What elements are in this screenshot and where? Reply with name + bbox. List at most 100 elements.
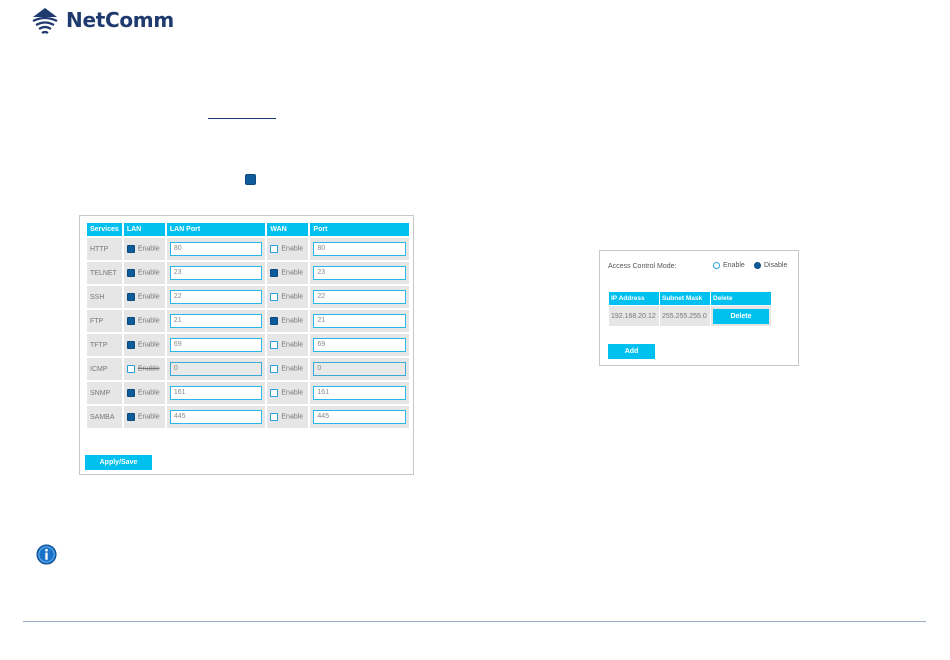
wan-enable-label: Enable: [281, 341, 304, 349]
wan-enable-checkbox[interactable]: [270, 269, 279, 277]
lan-port-cell: 22: [166, 286, 266, 308]
table-row: ICMP Enable 0 Enable 0: [87, 358, 409, 380]
lan-port-input[interactable]: 69: [169, 338, 263, 352]
wan-enable-checkbox[interactable]: [270, 341, 279, 349]
lan-enable-checkbox[interactable]: [126, 365, 135, 373]
wan-port-input[interactable]: 22: [313, 290, 406, 304]
lan-enable-checkbox[interactable]: [126, 293, 135, 301]
wan-enable-checkbox[interactable]: [270, 293, 279, 301]
add-button[interactable]: Add: [608, 344, 655, 359]
wan-enable-checkbox[interactable]: [270, 317, 279, 325]
wan-port-input[interactable]: 21: [313, 314, 406, 328]
header-subnet-mask: Subnet Mask: [660, 292, 710, 305]
lan-port-cell: 23: [166, 262, 266, 284]
wan-port-input[interactable]: 0: [313, 362, 406, 376]
wan-port-cell: 0: [310, 358, 409, 380]
wan-enable: Enable: [267, 406, 309, 428]
access-control-table: IP Address Subnet Mask Delete 192.168.20…: [608, 291, 772, 327]
services-table: Services LAN LAN Port WAN Port HTTP Enabl…: [85, 221, 411, 430]
underline-link[interactable]: [208, 118, 276, 119]
wan-port-input[interactable]: 80: [313, 242, 406, 256]
header-ip-address: IP Address: [609, 292, 659, 305]
wan-enable-label: Enable: [281, 365, 304, 373]
wan-port-input[interactable]: 161: [313, 386, 406, 400]
lan-enable-label: Enable: [137, 365, 160, 373]
lan-enable-checkbox[interactable]: [126, 269, 135, 277]
radio-unselected-icon: [713, 262, 720, 269]
wan-enable-label: Enable: [281, 245, 304, 253]
delete-cell: Delete: [711, 306, 771, 326]
wan-enable-label: Enable: [281, 269, 304, 277]
lan-enable-checkbox[interactable]: [126, 389, 135, 397]
lan-enable: Enable: [123, 334, 165, 356]
apply-save-button[interactable]: Apply/Save: [85, 455, 152, 470]
lan-port-input[interactable]: 80: [169, 242, 263, 256]
wan-port-cell: 69: [310, 334, 409, 356]
delete-button[interactable]: Delete: [713, 308, 769, 324]
disable-radio-label: Disable: [764, 262, 788, 269]
header-lan: LAN: [123, 223, 165, 236]
wan-enable: Enable: [267, 262, 309, 284]
table-row: 192.168.20.12 255.255.255.0 Delete: [609, 306, 771, 326]
lan-enable: Enable: [123, 382, 165, 404]
lan-enable: Enable: [123, 310, 165, 332]
wan-enable: Enable: [267, 238, 309, 260]
lan-enable-label: Enable: [137, 293, 160, 301]
lan-enable: Enable: [123, 406, 165, 428]
lan-enable-checkbox[interactable]: [126, 341, 135, 349]
lan-enable: Enable: [123, 358, 165, 380]
lan-port-input[interactable]: 161: [169, 386, 263, 400]
lan-enable: Enable: [123, 286, 165, 308]
lan-enable-label: Enable: [137, 317, 160, 325]
lan-enable-checkbox[interactable]: [126, 245, 135, 253]
lan-enable-label: Enable: [137, 269, 160, 277]
logo-text: NetComm: [66, 8, 174, 32]
lan-port-cell: 69: [166, 334, 266, 356]
lan-enable-label: Enable: [137, 389, 160, 397]
wan-port-input[interactable]: 445: [313, 410, 406, 424]
lan-port-input[interactable]: 0: [169, 362, 263, 376]
service-name: TELNET: [87, 262, 122, 284]
lan-enable-checkbox[interactable]: [126, 413, 135, 421]
wan-enable: Enable: [267, 310, 309, 332]
radio-selected-icon: [754, 262, 761, 269]
wan-enable-checkbox[interactable]: [270, 365, 279, 373]
service-name: SAMBA: [87, 406, 122, 428]
wan-port-cell: 161: [310, 382, 409, 404]
table-row: FTP Enable 21 Enable 21: [87, 310, 409, 332]
footer-divider: [23, 621, 926, 622]
table-row: TFTP Enable 69 Enable 69: [87, 334, 409, 356]
wan-port-input[interactable]: 23: [313, 266, 406, 280]
lan-enable-checkbox[interactable]: [126, 317, 135, 325]
wan-enable-checkbox[interactable]: [270, 413, 279, 421]
wan-enable-label: Enable: [281, 389, 304, 397]
lan-port-input[interactable]: 22: [169, 290, 263, 304]
service-name: TFTP: [87, 334, 122, 356]
wan-port-input[interactable]: 69: [313, 338, 406, 352]
wan-port-cell: 21: [310, 310, 409, 332]
disable-radio[interactable]: Disable: [754, 262, 787, 269]
wan-enable-label: Enable: [281, 293, 304, 301]
lan-port-input[interactable]: 21: [169, 314, 263, 328]
wan-enable-checkbox[interactable]: [270, 389, 279, 397]
lan-port-input[interactable]: 23: [169, 266, 263, 280]
wan-enable: Enable: [267, 286, 309, 308]
table-row: SNMP Enable 161 Enable 161: [87, 382, 409, 404]
wan-enable-label: Enable: [281, 413, 304, 421]
lan-enable-label: Enable: [137, 341, 160, 349]
wan-enable-checkbox[interactable]: [270, 245, 279, 253]
info-icon: [36, 544, 57, 565]
wan-enable-label: Enable: [281, 317, 304, 325]
table-row: SAMBA Enable 445 Enable 445: [87, 406, 409, 428]
wan-enable: Enable: [267, 334, 309, 356]
service-name: SNMP: [87, 382, 122, 404]
service-name: ICMP: [87, 358, 122, 380]
lan-port-cell: 0: [166, 358, 266, 380]
netcomm-logo: NetComm: [30, 5, 174, 35]
lan-port-input[interactable]: 445: [169, 410, 263, 424]
enable-radio[interactable]: Enable: [713, 262, 745, 269]
lan-port-cell: 161: [166, 382, 266, 404]
lan-enable-label: Enable: [137, 413, 160, 421]
subnet-mask-cell: 255.255.255.0: [660, 306, 710, 326]
service-name: HTTP: [87, 238, 122, 260]
